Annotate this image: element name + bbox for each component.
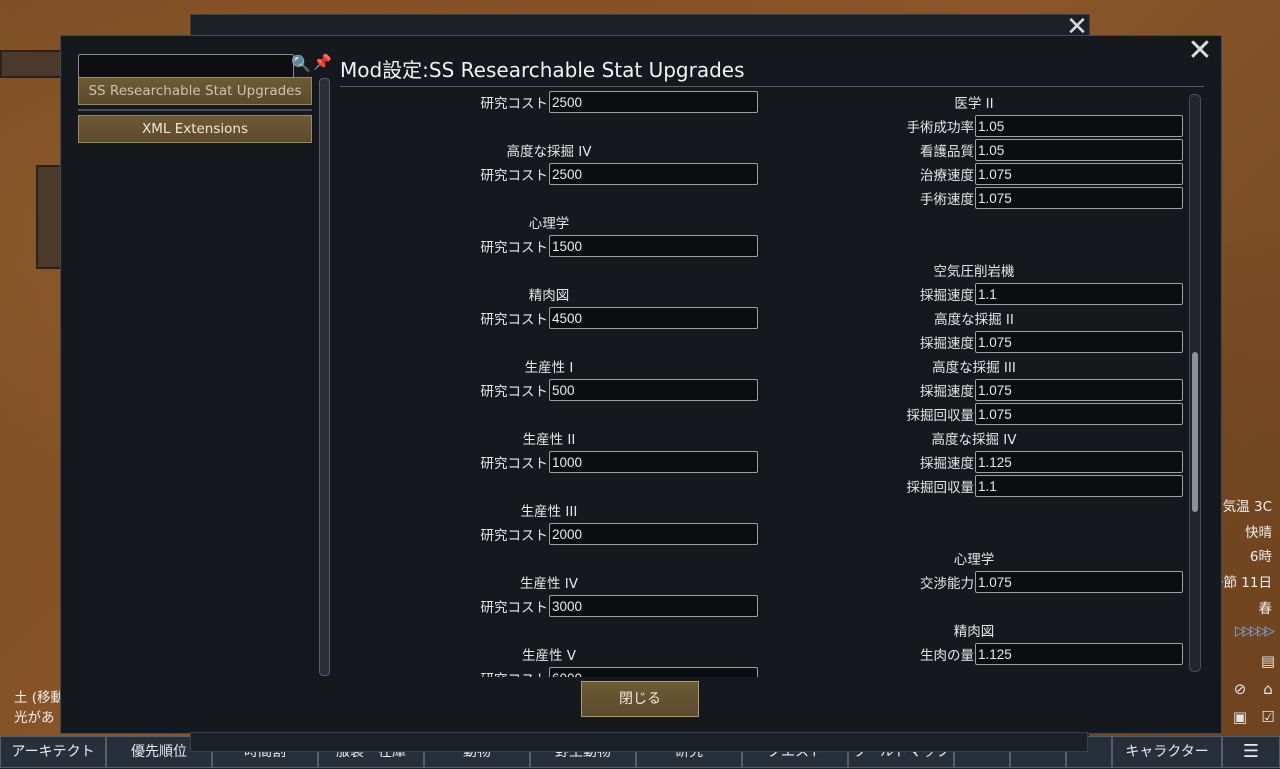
section-title: 高度な採掘 IV xyxy=(506,144,592,160)
setting-label: 研究コスト xyxy=(480,456,549,472)
section-title: 医学 II xyxy=(954,96,994,112)
setting-label: 研究コスト xyxy=(480,312,549,328)
background-dialog-footer xyxy=(190,732,1088,752)
menu-icon[interactable]: ☰ xyxy=(1222,736,1280,768)
section-title: 空気圧削岩機 xyxy=(933,264,1015,280)
temperature-readout: 気温 3C xyxy=(1222,499,1272,515)
hour-readout: 6時 xyxy=(1249,549,1272,565)
zone-visibility-icon[interactable]: ⊘ xyxy=(1230,680,1250,698)
setting-label: 採掘回収量 xyxy=(906,408,975,424)
setting-label: 生肉の量 xyxy=(920,648,974,664)
setting-field[interactable] xyxy=(549,667,758,677)
mod-item-xml-extensions[interactable]: XML Extensions xyxy=(78,115,312,143)
mod-list-scrollbar[interactable] xyxy=(319,78,330,676)
section-title: 生産性 III xyxy=(520,504,578,520)
checklist-icon[interactable]: ☑ xyxy=(1258,708,1278,726)
setting-field[interactable] xyxy=(975,571,1183,593)
mod-item-ss-researchable-stat-upgrades[interactable]: SS Researchable Stat Upgrades xyxy=(78,77,312,105)
section-title: 生産性 II xyxy=(522,432,576,448)
tab-architect[interactable]: アーキテクト xyxy=(0,736,106,768)
setting-label: 採掘速度 xyxy=(920,456,974,472)
setting-field[interactable] xyxy=(975,403,1183,425)
setting-field[interactable] xyxy=(549,307,758,329)
section-title: 生産性 I xyxy=(524,360,574,376)
game-speed-icon[interactable]: ▷▷▷▷▷ xyxy=(1235,623,1275,639)
setting-field[interactable] xyxy=(549,595,758,617)
setting-label: 研究コスト xyxy=(480,240,549,256)
close-icon[interactable]: ✕ xyxy=(1187,36,1213,66)
setting-label: 研究コスト xyxy=(480,600,549,616)
setting-field[interactable] xyxy=(975,115,1183,137)
light-info: 光があ xyxy=(14,710,55,726)
setting-field[interactable] xyxy=(975,187,1183,209)
setting-field[interactable] xyxy=(549,451,758,473)
setting-field[interactable] xyxy=(975,163,1183,185)
settings-scrollbar[interactable] xyxy=(1189,94,1201,672)
section-title: 生産性 IV xyxy=(519,576,578,592)
season-readout: 春 xyxy=(1258,601,1273,617)
setting-label: 採掘速度 xyxy=(920,384,974,400)
setting-field[interactable] xyxy=(975,475,1183,497)
setting-label: 研究コスト xyxy=(480,528,549,544)
setting-label: 研究コスト xyxy=(481,668,549,677)
section-title: 生産性 V xyxy=(521,648,577,664)
setting-label: 交渉能力 xyxy=(920,576,974,592)
title-divider xyxy=(340,86,1204,87)
setting-label: 研究コスト xyxy=(480,96,549,112)
setting-label: 採掘速度 xyxy=(920,336,974,352)
section-title: 心理学 xyxy=(528,216,570,232)
setting-field[interactable] xyxy=(549,523,758,545)
auto-expand-icon[interactable]: ▣ xyxy=(1230,708,1250,726)
terrain-info: 土 (移動 xyxy=(14,690,65,706)
section-title: 心理学 xyxy=(953,552,995,568)
log-icon[interactable]: ▤ xyxy=(1258,652,1278,670)
setting-field[interactable] xyxy=(975,331,1183,353)
section-title: 高度な採掘 III xyxy=(932,360,1016,376)
setting-label: 採掘速度 xyxy=(920,288,974,304)
setting-field[interactable] xyxy=(975,139,1183,161)
tab-characters[interactable]: キャラクター xyxy=(1112,736,1222,768)
setting-field[interactable] xyxy=(549,91,758,113)
search-input[interactable] xyxy=(78,54,294,78)
scrollbar-thumb[interactable] xyxy=(1192,352,1198,512)
setting-field[interactable] xyxy=(549,379,758,401)
setting-label: 手術成功率 xyxy=(906,120,975,136)
setting-field[interactable] xyxy=(549,163,758,185)
setting-label: 手術速度 xyxy=(920,192,974,208)
setting-label: 研究コスト xyxy=(480,168,549,184)
mod-list-divider xyxy=(78,109,312,111)
setting-field[interactable] xyxy=(975,379,1183,401)
map-wall xyxy=(36,165,62,269)
weather-readout: 快晴 xyxy=(1245,525,1272,541)
search-icon[interactable]: 🔍 xyxy=(291,54,311,73)
section-title: 高度な採掘 II xyxy=(934,312,1014,328)
setting-field[interactable] xyxy=(975,451,1183,473)
pin-icon[interactable]: 📌 xyxy=(313,53,332,71)
home-area-icon[interactable]: ⌂ xyxy=(1258,680,1278,698)
section-title: 精肉図 xyxy=(528,288,570,304)
page-title: Mod設定:SS Researchable Stat Upgrades xyxy=(340,58,745,82)
map-wall xyxy=(0,50,62,78)
section-title: 高度な採掘 IV xyxy=(931,432,1017,448)
setting-field[interactable] xyxy=(549,235,758,257)
settings-content: 研究コスト 高度な採掘 IV 研究コスト 心理学 研究コスト 精肉図 研究コスト… xyxy=(340,91,1204,677)
setting-field[interactable] xyxy=(975,283,1183,305)
setting-label: 研究コスト xyxy=(480,384,549,400)
setting-label: 治療速度 xyxy=(920,168,974,184)
mod-settings-dialog: ✕ 🔍 📌 SS Researchable Stat Upgrades XML … xyxy=(60,35,1222,734)
setting-label: 採掘回収量 xyxy=(906,480,975,496)
close-button[interactable]: 閉じる xyxy=(581,681,699,717)
setting-label: 看護品質 xyxy=(920,144,974,160)
setting-field[interactable] xyxy=(975,643,1183,665)
section-title: 精肉図 xyxy=(953,624,995,640)
